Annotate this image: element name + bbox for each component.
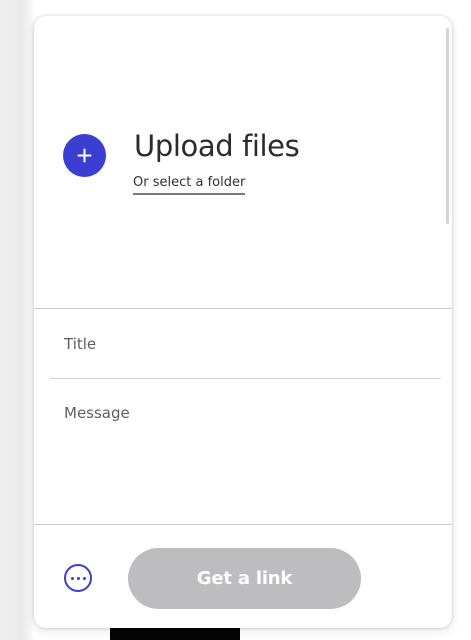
more-options-icon-dot <box>82 576 86 580</box>
screen: Upload files Or select a folder Get a li… <box>0 0 471 640</box>
more-options-icon-dot <box>76 576 80 580</box>
footer-divider <box>34 524 452 525</box>
upload-files-title[interactable]: Upload files <box>134 127 300 165</box>
add-files-button[interactable] <box>63 134 106 177</box>
transfer-panel: Upload files Or select a folder Get a li… <box>34 16 452 628</box>
message-input[interactable] <box>50 400 441 510</box>
select-folder-link[interactable]: Or select a folder <box>133 174 246 195</box>
title-underline <box>50 378 441 379</box>
title-input[interactable] <box>50 328 441 360</box>
upload-drop-zone[interactable]: Upload files Or select a folder <box>34 16 452 308</box>
plus-icon <box>77 148 92 163</box>
more-options-button[interactable] <box>64 564 92 592</box>
get-link-button[interactable]: Get a link <box>128 548 361 609</box>
more-options-icon <box>70 576 74 580</box>
background-bar <box>110 628 240 640</box>
upload-divider <box>34 308 452 309</box>
